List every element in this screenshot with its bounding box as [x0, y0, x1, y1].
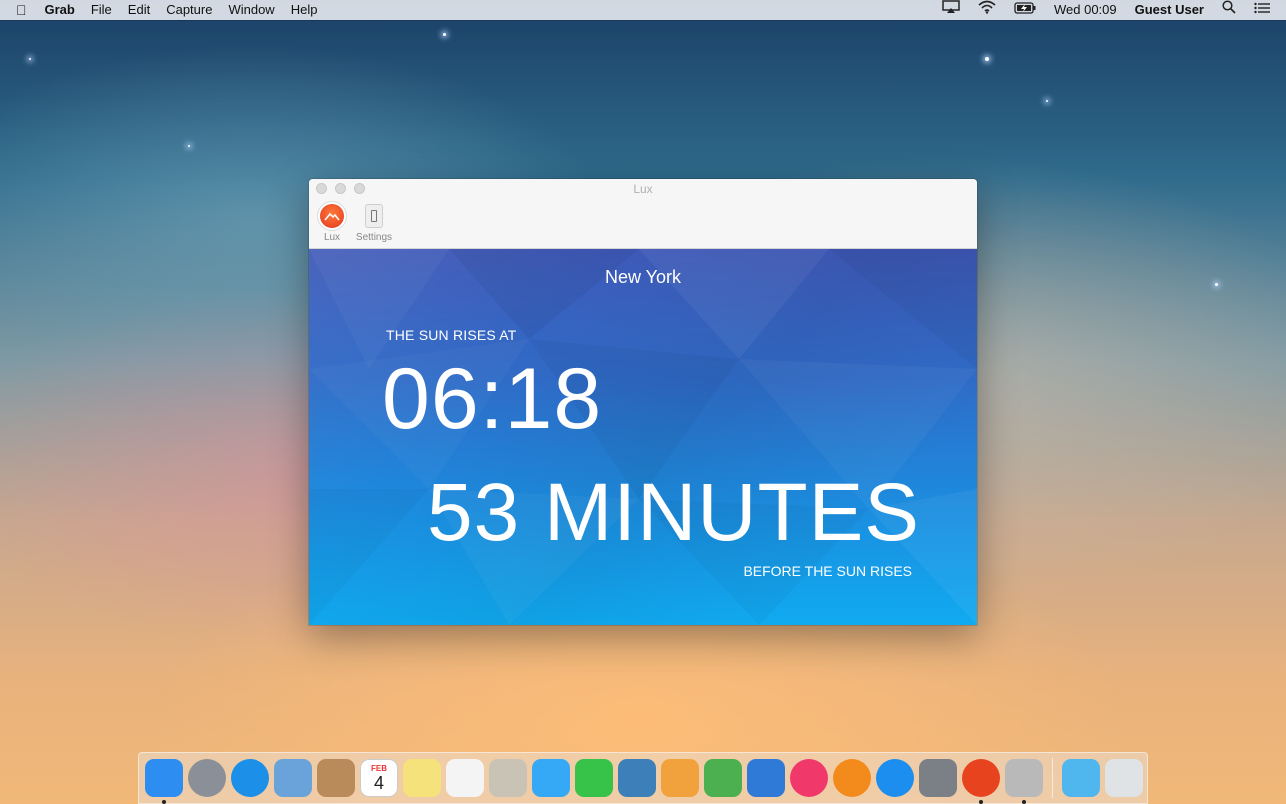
- safari-icon[interactable]: [231, 759, 269, 797]
- grab-icon[interactable]: [1005, 759, 1043, 804]
- window-titlebar: Lux Lux Settings: [309, 179, 977, 249]
- keynote-icon[interactable]: [747, 759, 785, 797]
- sunrise-panel: New York THE SUN RISES AT 06:18 53 MINUT…: [309, 249, 977, 625]
- star: [1215, 283, 1218, 286]
- menu-capture[interactable]: Capture: [158, 0, 220, 20]
- menu-help[interactable]: Help: [283, 0, 326, 20]
- mail-icon[interactable]: [274, 759, 312, 797]
- menubar-clock[interactable]: Wed 00:09: [1045, 0, 1126, 20]
- notes-icon[interactable]: [403, 759, 441, 797]
- window-toolbar: Lux Settings: [313, 203, 393, 243]
- system-preferences-icon[interactable]: [919, 759, 957, 797]
- toolbar-lux-button[interactable]: Lux: [313, 203, 351, 243]
- contacts-icon[interactable]: [317, 759, 355, 797]
- notification-center-icon[interactable]: [1245, 0, 1286, 20]
- iphoto-icon[interactable]: [618, 759, 656, 797]
- sunrise-time: 06:18: [382, 351, 603, 447]
- star: [29, 58, 31, 60]
- itunes-icon[interactable]: [790, 759, 828, 797]
- calendar-day: 4: [373, 772, 384, 793]
- window-title: Lux: [633, 182, 653, 196]
- user-menu[interactable]: Guest User: [1126, 0, 1213, 20]
- sunrise-label: THE SUN RISES AT: [386, 327, 517, 343]
- sunrise-icon: [320, 204, 344, 228]
- toolbar-settings-label: Settings: [355, 232, 393, 243]
- toolbar-settings-button[interactable]: Settings: [355, 203, 393, 243]
- toolbar-lux-label: Lux: [323, 232, 341, 243]
- ibooks-icon[interactable]: [833, 759, 871, 797]
- apple-menu-icon[interactable]: : [0, 0, 37, 20]
- spotlight-search-icon[interactable]: [1213, 0, 1245, 20]
- star: [443, 33, 446, 36]
- trash-icon[interactable]: [1105, 759, 1143, 797]
- calendar-icon[interactable]: FEB 4: [360, 759, 398, 797]
- airplay-icon[interactable]: [933, 0, 969, 20]
- pages-icon[interactable]: [661, 759, 699, 797]
- battery-icon[interactable]: [1005, 0, 1045, 20]
- city-name: New York: [604, 267, 682, 287]
- menu-window[interactable]: Window: [220, 0, 282, 20]
- star: [188, 145, 190, 147]
- menu-file[interactable]: File: [83, 0, 120, 20]
- downloads-folder-icon[interactable]: [1062, 759, 1100, 797]
- running-indicator: [162, 800, 166, 804]
- dock-separator: [1052, 758, 1053, 798]
- photo-booth-icon[interactable]: [489, 759, 527, 797]
- launchpad-icon[interactable]: [188, 759, 226, 797]
- running-indicator: [979, 800, 983, 804]
- lux-app-icon[interactable]: [962, 759, 1000, 804]
- menu-bar:  Grab File Edit Capture Window Help Wed…: [0, 0, 1286, 20]
- app-menu[interactable]: Grab: [37, 0, 83, 20]
- reminders-icon[interactable]: [446, 759, 484, 797]
- running-indicator: [1022, 800, 1026, 804]
- calendar-month: FEB: [371, 763, 387, 773]
- messages-icon[interactable]: [532, 759, 570, 797]
- countdown-label: BEFORE THE SUN RISES: [743, 563, 912, 579]
- countdown-value: 53 MINUTES: [427, 467, 920, 558]
- facetime-icon[interactable]: [575, 759, 613, 797]
- finder-icon[interactable]: [145, 759, 183, 804]
- app-store-icon[interactable]: [876, 759, 914, 797]
- numbers-icon[interactable]: [704, 759, 742, 797]
- star: [1046, 100, 1048, 102]
- star: [985, 57, 989, 61]
- menu-edit[interactable]: Edit: [120, 0, 158, 20]
- wifi-icon[interactable]: [969, 0, 1005, 20]
- switch-icon: [365, 204, 383, 228]
- dock: FEB 4: [138, 752, 1148, 804]
- lux-window: Lux Lux Settings New York THE SUN RISES …: [309, 179, 977, 625]
